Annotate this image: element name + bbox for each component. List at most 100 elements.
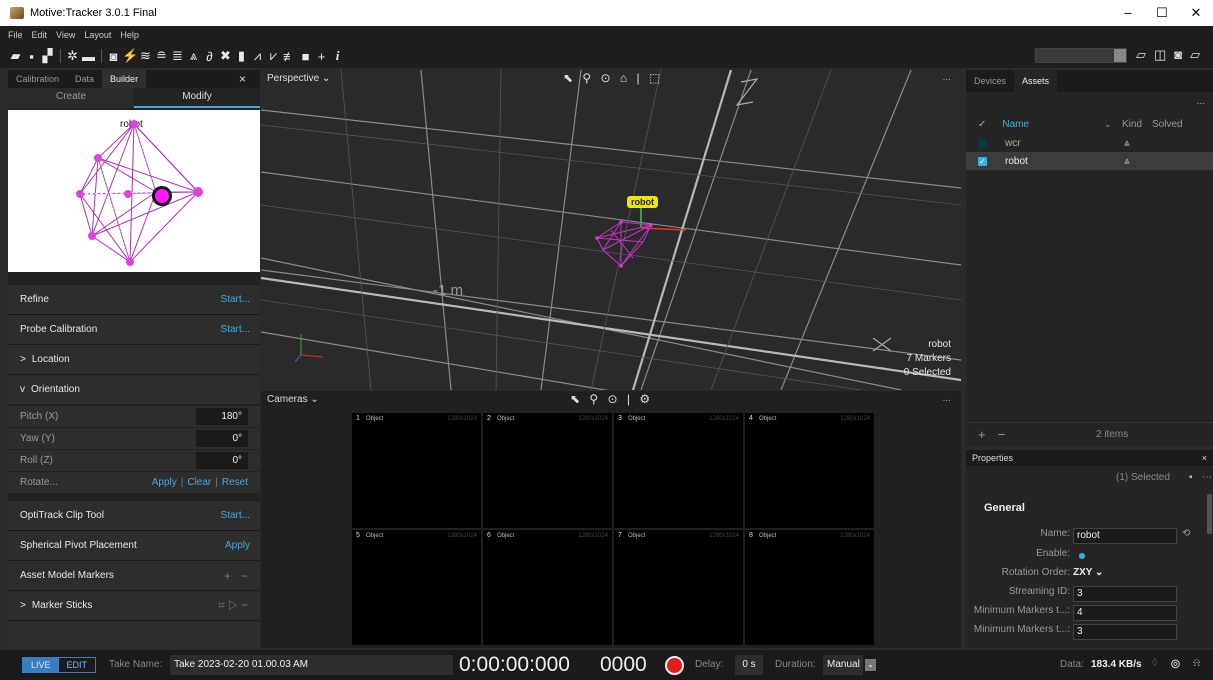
pivot-apply-button[interactable]: Apply [225, 540, 250, 551]
open-icon[interactable]: ▞ [40, 48, 55, 64]
layout-capture-icon[interactable]: ◙ [1174, 47, 1182, 63]
viewport-tools-icon[interactable]: ⬉ ⚲ ⊙ ⌂ | ⬚ [563, 71, 663, 85]
camera-tile[interactable]: 5 Object 1280x1024 [352, 530, 481, 645]
record-button[interactable] [665, 656, 684, 675]
pitch-input[interactable]: 180° [196, 408, 248, 425]
tab-builder[interactable]: Builder [102, 70, 147, 88]
stack-icon[interactable]: ≘ [154, 48, 169, 64]
cameras-menu-icon[interactable]: ... [943, 393, 951, 404]
panel-icon[interactable]: ▬ [81, 49, 96, 64]
data-icon[interactable]: ≢ [282, 49, 297, 64]
tab-calibration[interactable]: Calibration [8, 70, 67, 88]
orientation-section[interactable]: v Orientation [8, 374, 260, 404]
tab-data[interactable]: Data [67, 70, 102, 88]
delay-field[interactable]: 0 s [735, 655, 763, 675]
live-mode-button[interactable]: LIVE [23, 658, 59, 672]
chevron-down-icon[interactable]: ⌄ [865, 659, 876, 671]
streaming-id-field[interactable]: 3 [1073, 586, 1177, 602]
properties-scrollbar[interactable] [1207, 494, 1212, 534]
rigid-body-preview[interactable]: robot [8, 110, 260, 272]
check-column-icon[interactable]: ✓ [978, 119, 986, 130]
settings-icon[interactable]: ✲ [65, 48, 80, 64]
close-icon[interactable]: × [1202, 450, 1207, 466]
menu-help[interactable]: Help [120, 30, 139, 40]
properties-menu-icon[interactable]: ⋯ [1202, 472, 1212, 483]
info-icon[interactable]: i [330, 48, 345, 64]
min-markers-field[interactable]: 3 [1073, 624, 1177, 640]
tab-modify[interactable]: Modify [134, 88, 260, 108]
rotation-order-select[interactable]: ZXY ⌄ [1073, 567, 1103, 578]
menu-edit[interactable]: Edit [32, 30, 48, 40]
maximize-button[interactable]: ☐ [1145, 5, 1179, 21]
marker-sticks-section[interactable]: > Marker Sticks ⌗ ▷ − [8, 590, 260, 620]
network-icon[interactable]: ⊚ [1170, 656, 1181, 672]
sort-icon[interactable]: ⌄ [1104, 119, 1112, 130]
asset-row[interactable]: wcr ⩓ [966, 134, 1213, 152]
location-section[interactable]: > Location [8, 344, 260, 374]
asset-row[interactable]: ✓ robot ⩓ [966, 152, 1213, 170]
sync-icon[interactable]: ◊ [1152, 657, 1157, 669]
yaw-input[interactable]: 0° [196, 430, 248, 447]
asset-checkbox[interactable]: ✓ [978, 156, 987, 166]
close-icon[interactable]: × [231, 70, 254, 88]
camera-tile[interactable]: 8 Object 1280x1024 [745, 530, 874, 645]
minimize-button[interactable]: – [1111, 5, 1145, 21]
add-marker-button[interactable]: + [224, 569, 231, 583]
duration-select[interactable]: Manual [823, 655, 863, 675]
perspective-viewport[interactable]: Z X -1 m robot Perspective ⌄ ⬉ ⚲ ⊙ ⌂ | ⬚… [261, 70, 961, 390]
enable-toggle[interactable] [1079, 553, 1085, 559]
camera-tools-icon[interactable]: ⬉ ⚲ ⊙ | ⚙ [570, 392, 653, 406]
camera-tile[interactable]: 2 Object 1280x1024 [483, 413, 612, 528]
new-project-icon[interactable]: ▰ [8, 48, 23, 64]
graph-edit-icon[interactable]: ⩗ [266, 48, 281, 64]
camera-tile[interactable]: 4 Object 1280x1024 [745, 413, 874, 528]
tab-assets[interactable]: Assets [1014, 70, 1058, 92]
tab-devices[interactable]: Devices [966, 70, 1014, 92]
remove-marker-button[interactable]: − [241, 569, 248, 583]
perspective-menu-icon[interactable]: ... [943, 72, 951, 83]
camera-tile[interactable]: 1 Object 1280x1024 [352, 413, 481, 528]
rotate-clear-button[interactable]: Clear [187, 477, 211, 488]
rotate-reset-button[interactable]: Reset [222, 477, 248, 488]
cameras-viewport[interactable]: Cameras ⌄ ⬉ ⚲ ⊙ | ⚙ ... 1 Object 1280x1024… [261, 391, 961, 648]
clip-tool-start-button[interactable]: Start... [221, 510, 250, 521]
camera-icon[interactable]: ◙ [106, 49, 121, 64]
menu-file[interactable]: File [8, 30, 23, 40]
camera-tile[interactable]: 7 Object 1280x1024 [614, 530, 743, 645]
probe-start-button[interactable]: Start... [221, 324, 250, 335]
camera-tile[interactable]: 6 Object 1280x1024 [483, 530, 612, 645]
perspective-view-dropdown[interactable]: Perspective ⌄ [267, 73, 330, 84]
remove-asset-button[interactable]: − [998, 427, 1006, 442]
column-kind[interactable]: Kind [1122, 119, 1142, 130]
general-section[interactable]: General [984, 502, 1025, 514]
name-field[interactable]: robot [1073, 528, 1177, 544]
refine-start-button[interactable]: Start... [221, 294, 250, 305]
calibration-wand-icon[interactable]: ⚡ [122, 48, 138, 64]
edit-mode-button[interactable]: EDIT [59, 658, 96, 672]
rotate-apply-button[interactable]: Apply [152, 477, 177, 488]
link-icon[interactable]: ∂ [202, 49, 217, 64]
camera-tile[interactable]: 3 Object 1280x1024 [614, 413, 743, 528]
save-icon[interactable]: ▪ [24, 49, 39, 64]
min-markers-field[interactable]: 4 [1073, 605, 1177, 621]
plus-icon[interactable]: + [314, 49, 329, 64]
rigid-body-label[interactable]: robot [627, 196, 658, 208]
tab-create[interactable]: Create [8, 88, 134, 108]
skeleton-icon[interactable]: ⩓ [186, 48, 201, 64]
menu-view[interactable]: View [56, 30, 75, 40]
close-button[interactable]: ✕ [1179, 5, 1213, 21]
video-icon[interactable]: ▮ [234, 48, 249, 64]
roll-input[interactable]: 0° [196, 452, 248, 469]
lock-icon[interactable]: ▪ [1189, 472, 1193, 483]
tools-icon[interactable]: ✖ [218, 48, 233, 64]
layout-edit-icon[interactable]: ▱ [1136, 47, 1146, 63]
layout-export-icon[interactable]: ▱ [1190, 47, 1200, 63]
add-asset-button[interactable]: + [978, 427, 986, 442]
layout-select[interactable] [1035, 48, 1127, 63]
assets-menu-icon[interactable]: ... [1197, 96, 1205, 107]
layout-calibrate-icon[interactable]: ◫ [1154, 47, 1166, 63]
marker-sticks-tools-icon[interactable]: ⌗ ▷ − [218, 598, 248, 613]
undo-icon[interactable]: ⟲ [1182, 528, 1190, 539]
layers-icon[interactable]: ≋ [138, 48, 153, 64]
take-name-field[interactable]: Take 2023-02-20 01.00.03 AM [170, 655, 453, 675]
